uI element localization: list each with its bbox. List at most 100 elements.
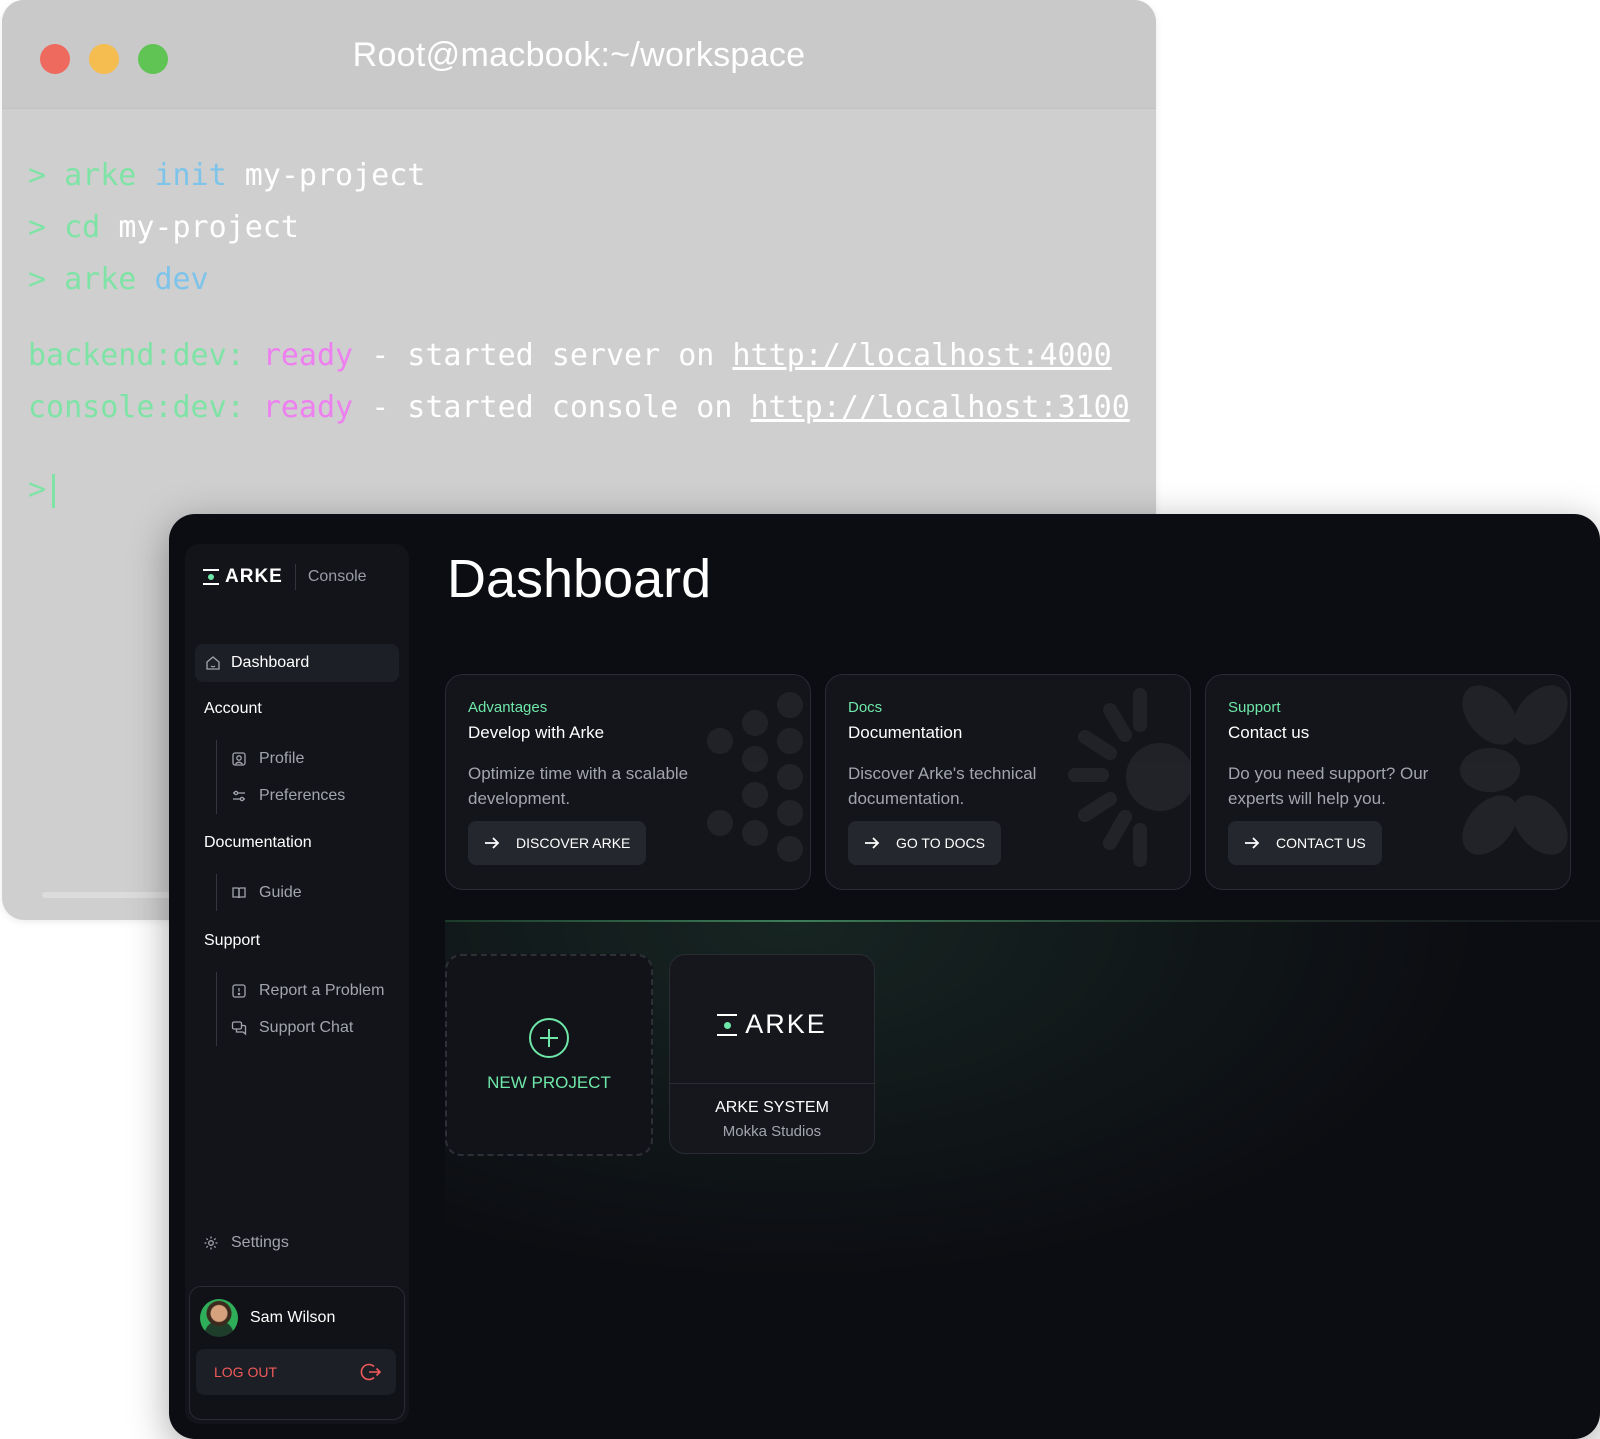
card-eyebrow: Advantages (468, 699, 548, 716)
new-project-button[interactable]: NEW PROJECT (445, 954, 653, 1156)
avatar[interactable] (200, 1299, 238, 1337)
sidebar-section-support[interactable]: Support (204, 932, 260, 950)
sliders-icon (231, 788, 247, 804)
plus-circle-icon (529, 1018, 569, 1058)
sidebar-item-label: Support Chat (259, 1018, 354, 1036)
logout-label: LOG OUT (214, 1364, 278, 1380)
logout-icon (360, 1361, 382, 1383)
card-eyebrow: Support (1228, 699, 1281, 716)
book-icon (231, 885, 247, 901)
sidebar-section-account[interactable]: Account (204, 700, 262, 718)
command-arg: dev (154, 262, 209, 297)
sidebar-item-label: Profile (259, 749, 305, 767)
project-name: ARKE SYSTEM (715, 1099, 829, 1116)
prompt-symbol: > (28, 262, 47, 297)
console-window: ARKE Console Dashboard Account Profile P… (169, 514, 1600, 1439)
project-logo: ARKE (670, 1009, 874, 1040)
log-source: backend:dev: (28, 338, 245, 373)
arke-logo-icon (717, 1013, 738, 1037)
sidebar-item-label: Settings (231, 1234, 289, 1251)
sidebar-item-label: Dashboard (231, 654, 310, 671)
card-advantages: Advantages Develop with Arke Optimize ti… (445, 674, 811, 890)
sidebar-item-profile[interactable]: Profile (217, 740, 345, 777)
log-message: - started console on (371, 390, 733, 425)
prompt-symbol: > (28, 472, 47, 507)
brand-name: ARKE (225, 566, 283, 587)
alert-icon (231, 983, 247, 999)
page-title: Dashboard (447, 549, 712, 609)
sidebar-item-dashboard[interactable]: Dashboard (195, 644, 399, 682)
card-description: Do you need support? Our experts will he… (1228, 764, 1429, 808)
button-label: CONTACT US (1276, 835, 1366, 851)
sidebar-item-settings[interactable]: Settings (203, 1234, 289, 1252)
prompt-symbol: > (28, 158, 47, 193)
terminal-command-line: > arke init my-project (28, 150, 1136, 202)
home-icon (205, 655, 221, 671)
terminal-log-line: console:dev: ready - started console on … (28, 382, 1136, 434)
logout-button[interactable]: LOG OUT (196, 1349, 396, 1395)
log-source: console:dev: (28, 390, 245, 425)
sidebar-item-label: Preferences (259, 786, 346, 804)
go-to-docs-button[interactable]: GO TO DOCS (848, 821, 1001, 865)
terminal-command-line: > arke dev (28, 254, 1136, 306)
new-project-label: NEW PROJECT (487, 1073, 611, 1092)
sidebar-item-guide[interactable]: Guide (217, 874, 302, 911)
arrow-right-icon (1242, 833, 1262, 853)
sidebar-group-account: Profile Preferences (216, 740, 345, 814)
arrow-right-icon (482, 833, 502, 853)
card-support: Support Contact us Do you need support? … (1205, 674, 1571, 890)
terminal-command-line: > cd my-project (28, 202, 1136, 254)
profile-icon (231, 751, 247, 767)
log-status: ready (262, 338, 354, 373)
sidebar-item-label: Report a Problem (259, 981, 385, 999)
command-arg: init (154, 158, 227, 193)
sidebar-group-support: Report a Problem Support Chat (216, 972, 384, 1046)
command-name: arke (64, 262, 137, 297)
brand-divider (294, 564, 296, 590)
text-cursor (52, 473, 56, 508)
log-message: - started server on (371, 338, 715, 373)
project-logo-text: ARKE (745, 1009, 827, 1039)
sidebar-item-label: Guide (259, 883, 302, 901)
log-status: ready (262, 390, 354, 425)
sidebar-item-report-problem[interactable]: Report a Problem (217, 972, 384, 1009)
user-card: Sam Wilson LOG OUT (189, 1286, 405, 1420)
button-label: GO TO DOCS (896, 835, 985, 851)
card-eyebrow: Docs (848, 699, 883, 716)
terminal-title: Root@macbook:~/workspace (352, 36, 806, 74)
terminal-output[interactable]: > arke init my-project > cd my-project >… (28, 150, 1136, 516)
card-description: Discover Arke's technical documentation. (848, 764, 1037, 808)
card-title: Develop with Arke (468, 723, 605, 742)
project-organization: Mokka Studios (722, 1123, 822, 1140)
gear-icon (203, 1235, 219, 1251)
sidebar-item-support-chat[interactable]: Support Chat (217, 1009, 384, 1046)
sidebar-group-documentation: Guide (216, 874, 302, 911)
arke-logo-icon (203, 568, 219, 586)
command-name: cd (64, 210, 101, 245)
card-description: Optimize time with a scalable developmen… (468, 764, 689, 808)
brand[interactable]: ARKE Console (203, 564, 367, 590)
sidebar-section-documentation[interactable]: Documentation (204, 834, 312, 852)
user-name: Sam Wilson (250, 1309, 336, 1326)
brand-subtitle: Console (307, 568, 367, 585)
card-title: Documentation (848, 723, 963, 742)
command-name: arke (64, 158, 137, 193)
terminal-log-line: backend:dev: ready - started server on h… (28, 330, 1136, 382)
log-url-link[interactable]: http://localhost:3100 (750, 390, 1129, 425)
command-rest: my-project (244, 158, 426, 193)
terminal-title-bar: Root@macbook:~/workspace (2, 0, 1156, 109)
sidebar-item-preferences[interactable]: Preferences (217, 777, 345, 814)
card-docs: Docs Documentation Discover Arke's techn… (825, 674, 1191, 890)
contact-us-button[interactable]: CONTACT US (1228, 821, 1382, 865)
project-card[interactable]: ARKE ARKE SYSTEM Mokka Studios (669, 954, 875, 1154)
sidebar: ARKE Console Dashboard Account Profile P… (185, 544, 409, 1424)
discover-arke-button[interactable]: DISCOVER ARKE (468, 821, 647, 865)
prompt-symbol: > (28, 210, 47, 245)
section-divider (445, 920, 1600, 922)
chat-icon (231, 1020, 247, 1036)
log-url-link[interactable]: http://localhost:4000 (732, 338, 1111, 373)
card-title: Contact us (1228, 723, 1310, 742)
arrow-right-icon (862, 833, 882, 853)
project-card-divider (670, 1083, 874, 1084)
terminal-input-line[interactable]: > (28, 464, 1136, 516)
